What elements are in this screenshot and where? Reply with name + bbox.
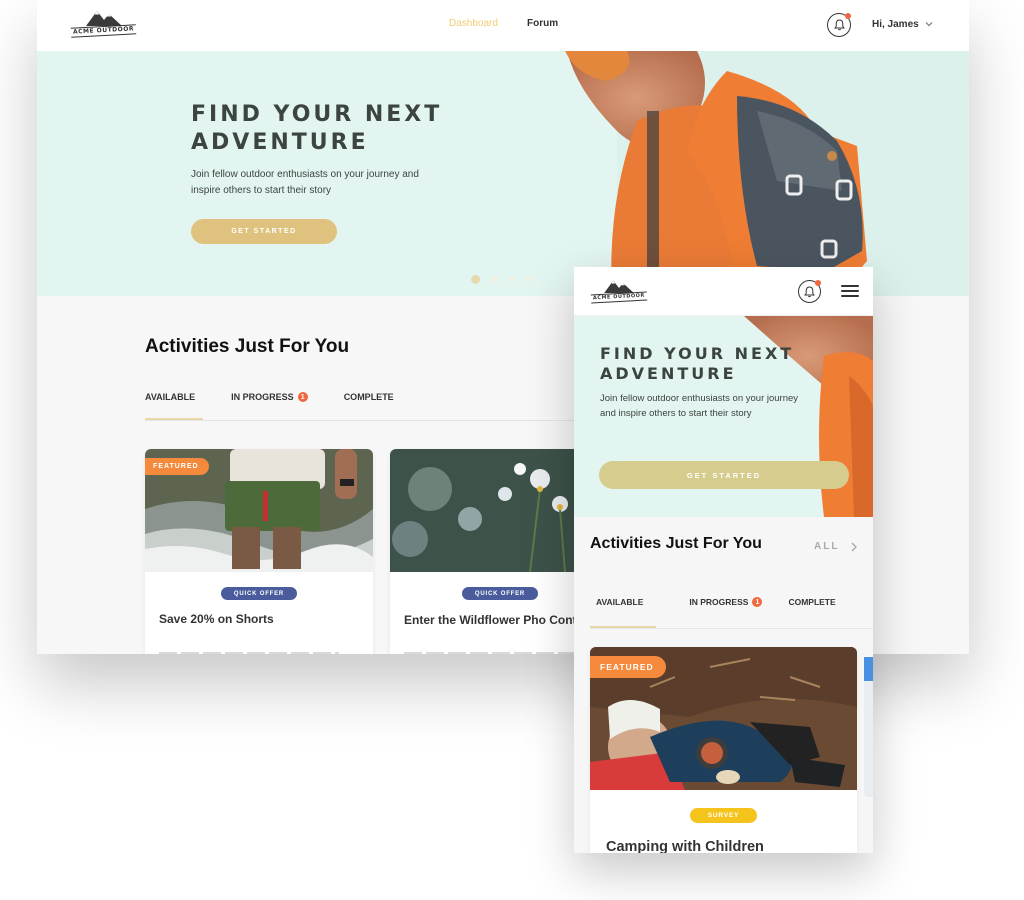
featured-badge: FEATURED: [145, 458, 209, 475]
activity-card[interactable]: FEATURED SURVEY Camping with Children: [590, 647, 857, 853]
active-tab-indicator: [145, 418, 203, 420]
notification-dot: [845, 13, 851, 19]
mountain-logo-icon: [85, 11, 122, 26]
chevron-right-icon[interactable]: [850, 542, 858, 552]
tab-available[interactable]: AVAILABLE: [145, 392, 195, 402]
user-greeting: Hi, James: [872, 19, 919, 30]
nav-forum[interactable]: Forum: [527, 18, 558, 29]
brand-logo-text: ACME OUTDOOR: [70, 24, 137, 38]
card-description: [404, 652, 584, 654]
hero-subtitle: Join fellow outdoor enthusiasts on your …: [191, 169, 419, 196]
next-card-peek[interactable]: [864, 657, 873, 797]
hero-hiker-image: [565, 51, 969, 296]
tab-label: IN PROGRESS: [231, 392, 294, 402]
mobile-header: ACME OUTDOOR: [574, 267, 873, 316]
carousel-dots: [471, 275, 531, 284]
tab-complete[interactable]: COMPLETE: [344, 392, 394, 402]
survey-tag: SURVEY: [690, 808, 757, 823]
activity-tabs: AVAILABLE IN PROGRESS 1 COMPLETE: [145, 392, 430, 402]
carousel-dot-3[interactable]: [509, 277, 514, 282]
tab-label: COMPLETE: [343, 392, 394, 402]
notifications-button[interactable]: [798, 280, 821, 303]
section-title: Activities Just For You: [145, 336, 350, 357]
tab-in-progress[interactable]: IN PROGRESS 1: [231, 392, 308, 402]
tab-divider: [145, 420, 595, 421]
hero-title: FIND YOUR NEXT ADVENTURE: [600, 344, 795, 383]
carousel-dot-2[interactable]: [492, 277, 497, 282]
mobile-view: ACME OUTDOOR FIND YOUR NEXT ADVENTURE Jo: [574, 267, 873, 853]
mountain-logo-icon: [604, 280, 634, 293]
user-menu[interactable]: Hi, James: [872, 19, 933, 30]
bell-icon: [804, 285, 815, 297]
chevron-down-icon: [926, 22, 933, 27]
tab-label: COMPLETE: [788, 597, 836, 607]
hero-banner: FIND YOUR NEXT ADVENTURE Join fellow out…: [37, 51, 969, 296]
carousel-dot-1[interactable]: [471, 275, 480, 284]
tab-available[interactable]: AVAILABLE: [596, 597, 643, 607]
bell-icon: [833, 19, 845, 31]
get-started-button[interactable]: GET STARTED: [599, 461, 849, 489]
brand-logo[interactable]: ACME OUTDOOR: [590, 279, 648, 304]
get-started-button[interactable]: GET STARTED: [191, 219, 337, 244]
card-description: [159, 652, 339, 654]
desktop-header: ACME OUTDOOR Dashboard Forum Hi, James: [37, 0, 969, 52]
featured-badge: FEATURED: [590, 656, 666, 678]
tab-divider: [590, 628, 873, 629]
tab-in-progress[interactable]: IN PROGRESS 1: [689, 597, 763, 607]
tab-label: IN PROGRESS: [689, 597, 749, 607]
tab-complete[interactable]: COMPLETE: [788, 597, 835, 607]
notification-dot: [815, 280, 821, 286]
card-title[interactable]: Save 20% on Shorts: [159, 612, 274, 626]
count-badge: 1: [297, 392, 308, 402]
activity-card[interactable]: FEATURED QUICK OFFER Save 20% on Shorts: [145, 449, 373, 654]
activity-tabs: AVAILABLE IN PROGRESS 1 COMPLETE: [596, 597, 836, 607]
hamburger-menu-icon[interactable]: [841, 285, 859, 297]
hero-banner: FIND YOUR NEXT ADVENTURE Join fellow out…: [574, 316, 873, 517]
tab-label: AVAILABLE: [596, 597, 644, 607]
hero-subtitle: Join fellow outdoor enthusiasts on your …: [600, 393, 799, 419]
quick-offer-tag: QUICK OFFER: [462, 587, 538, 600]
active-tab-indicator: [590, 626, 656, 628]
count-badge: 1: [752, 597, 763, 607]
nav-dashboard[interactable]: Dashboard: [449, 18, 498, 29]
notifications-button[interactable]: [827, 13, 851, 37]
section-title: Activities Just For You: [590, 535, 762, 552]
brand-logo-text: ACME OUTDOOR: [590, 291, 648, 304]
quick-offer-tag: QUICK OFFER: [221, 587, 297, 600]
view-all-link[interactable]: ALL: [814, 541, 839, 552]
brand-logo[interactable]: ACME OUTDOOR: [70, 9, 137, 38]
carousel-dot-4[interactable]: [526, 277, 531, 282]
tab-label: AVAILABLE: [145, 392, 196, 402]
hero-title: FIND YOUR NEXT ADVENTURE: [191, 102, 443, 155]
card-title[interactable]: Camping with Children: [606, 839, 764, 853]
